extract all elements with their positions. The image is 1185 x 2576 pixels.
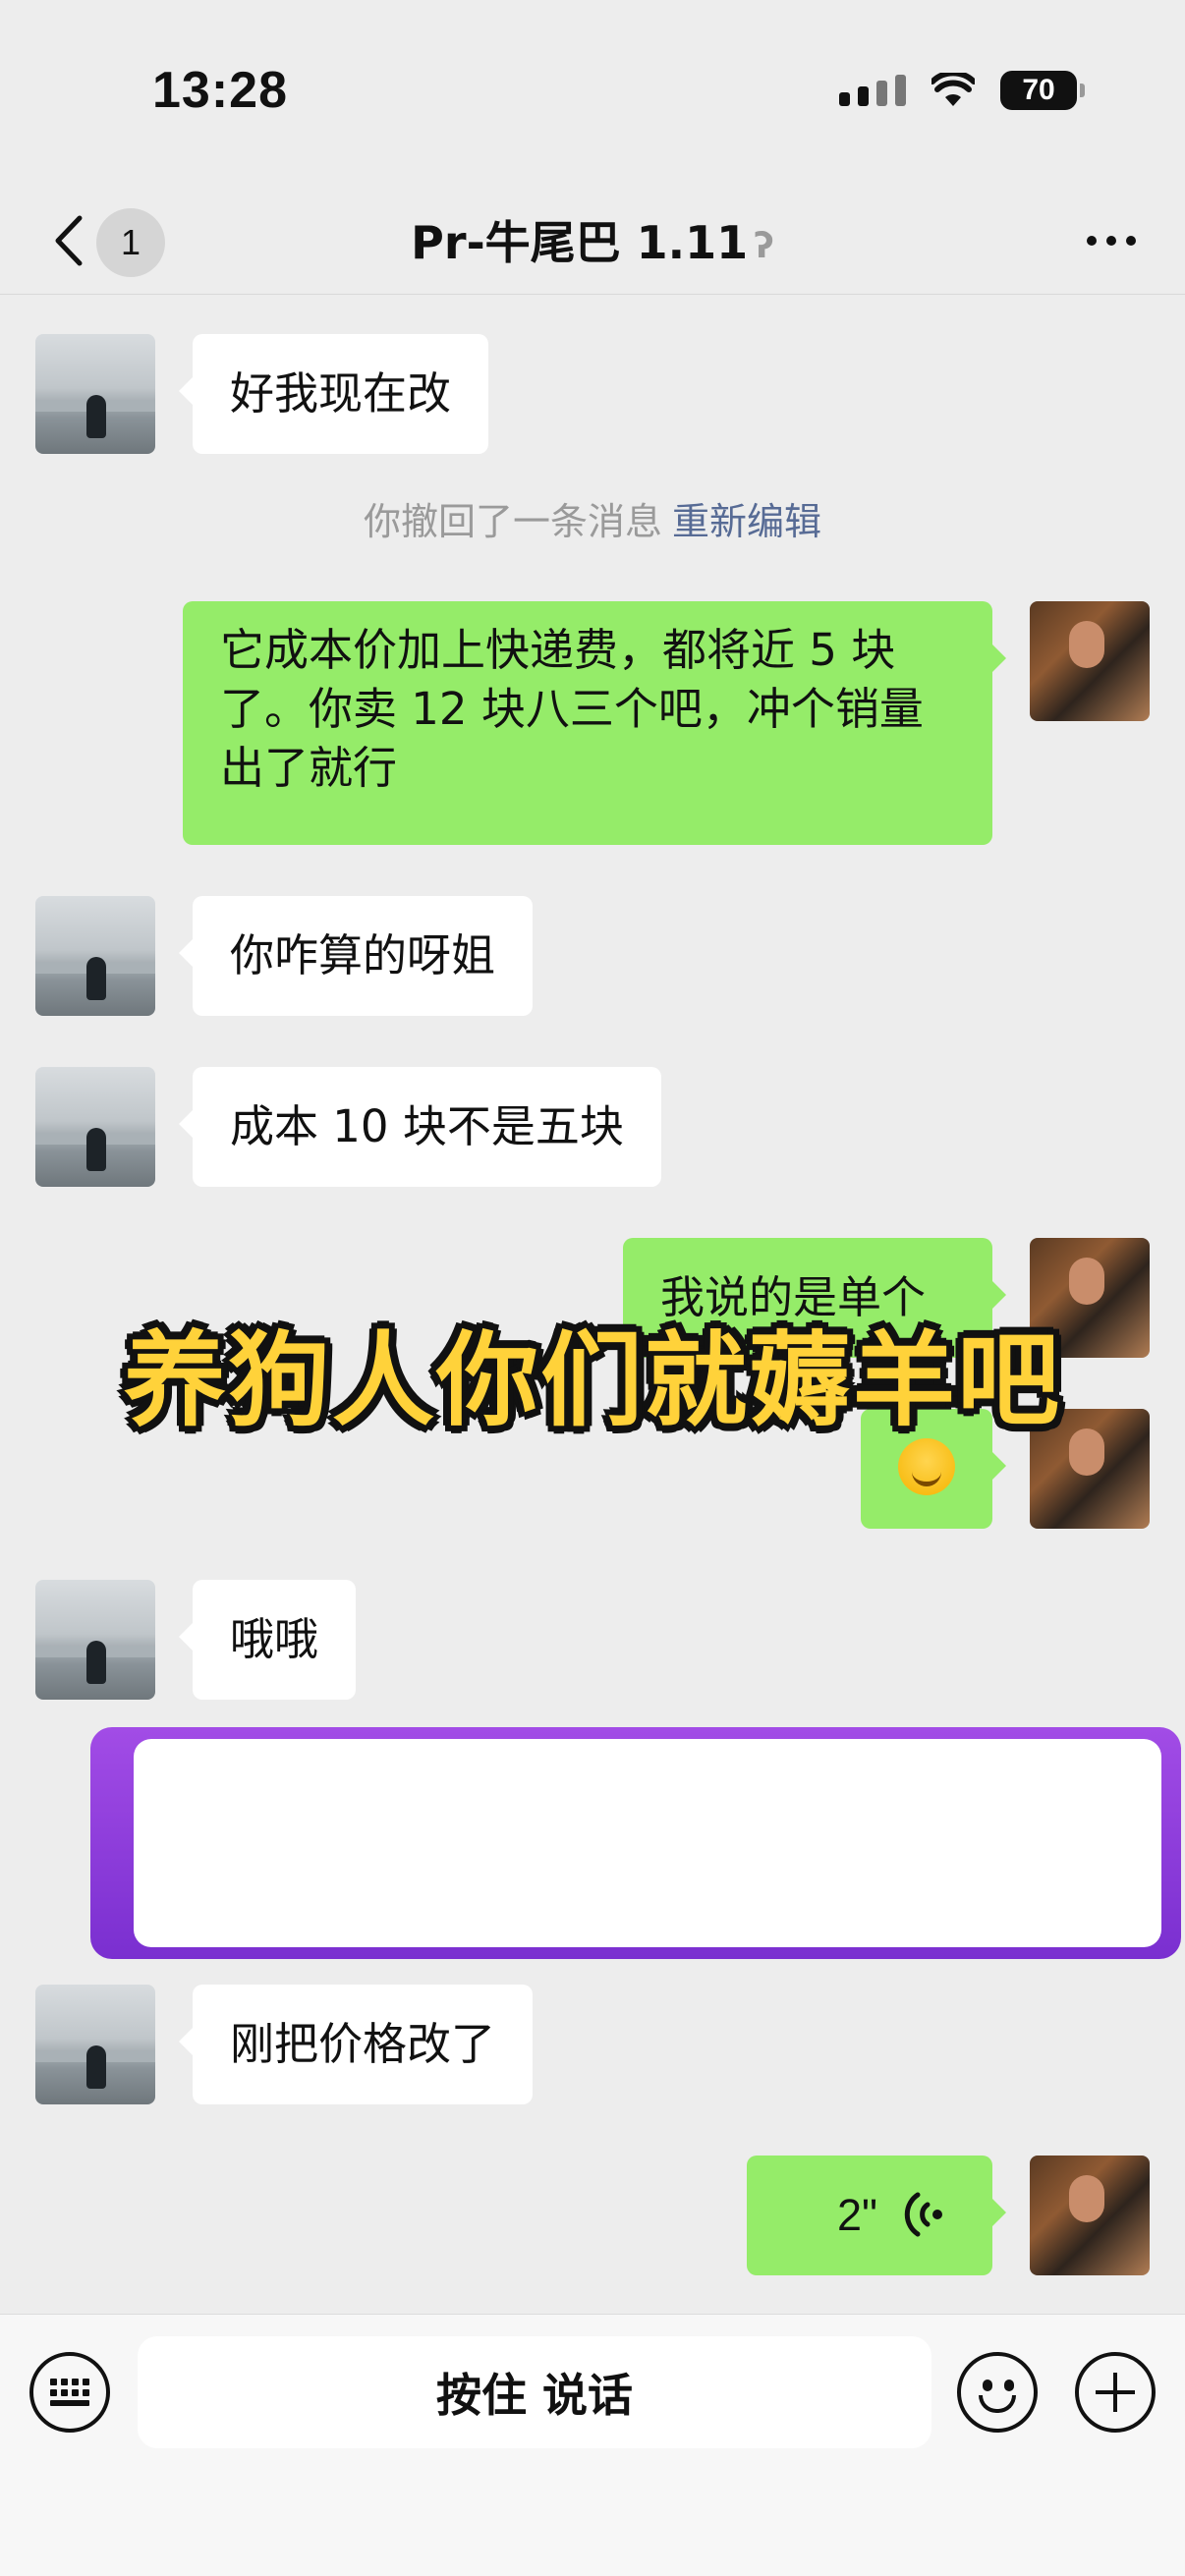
contact-avatar[interactable]: [35, 1067, 155, 1187]
more-options-button[interactable]: [1067, 216, 1156, 265]
status-icons: 70: [839, 71, 1085, 110]
message-bubble[interactable]: 它成本价加上快递费，都将近 5 块了。你卖 12 块八三个吧，冲个销量出了就行: [183, 601, 1006, 845]
message-bubble[interactable]: 成本 10 块不是五块: [179, 1067, 661, 1187]
overlay-caption: 养狗人你们就薅羊吧: [123, 1320, 1061, 1440]
smiley-icon: [983, 2380, 992, 2391]
chat-header: 1 Pr-牛尾巴 1.11 ʔ: [0, 187, 1185, 295]
contact-avatar[interactable]: [35, 1985, 155, 2104]
dot-icon: [1087, 236, 1097, 246]
contact-avatar[interactable]: [35, 334, 155, 454]
recall-text: 你撤回了一条消息: [363, 500, 662, 543]
dot-icon: [1106, 236, 1116, 246]
blank-content-area: [134, 1739, 1161, 1947]
recall-notice: 你撤回了一条消息 重新编辑: [0, 491, 1185, 545]
cellular-signal-icon: [839, 75, 906, 106]
battery-icon: 70: [1000, 71, 1085, 110]
earpiece-mode-icon: ʔ: [754, 225, 774, 266]
voice-message-bubble[interactable]: 2": [747, 2156, 1006, 2275]
message-bubble[interactable]: 好我现在改: [178, 334, 489, 454]
message-bubble[interactable]: 刚把价格改了: [178, 1985, 534, 2104]
my-avatar[interactable]: [1030, 601, 1150, 721]
emoji-button[interactable]: [957, 2352, 1038, 2433]
status-bar: 13:28 70: [0, 0, 1185, 187]
laughing-crying-emoji-icon: [898, 1438, 955, 1495]
chat-title-text: Pr-牛尾巴 1.11: [411, 216, 749, 269]
hold-to-talk-button[interactable]: 按住 说话: [138, 2336, 931, 2448]
dot-icon: [1126, 236, 1136, 246]
contact-avatar[interactable]: [35, 1580, 155, 1700]
message-bubble[interactable]: 哦哦: [178, 1580, 357, 1700]
contact-avatar[interactable]: [35, 896, 155, 1016]
voice-duration: 2": [837, 2190, 878, 2240]
my-avatar[interactable]: [1030, 2156, 1150, 2275]
re-edit-link[interactable]: 重新编辑: [672, 500, 821, 543]
message-bubble[interactable]: 你咋算的呀姐: [178, 896, 534, 1016]
chat-title: Pr-牛尾巴 1.11 ʔ: [0, 208, 1185, 281]
highlight-frame: [90, 1727, 1181, 1959]
input-bar: 按住 说话: [0, 2314, 1185, 2576]
wifi-icon: [931, 73, 975, 106]
voice-wave-icon: [904, 2192, 942, 2237]
more-functions-button[interactable]: [1075, 2352, 1156, 2433]
keyboard-icon: [50, 2379, 89, 2406]
status-time: 13:28: [152, 62, 288, 119]
keyboard-toggle-button[interactable]: [29, 2352, 110, 2433]
